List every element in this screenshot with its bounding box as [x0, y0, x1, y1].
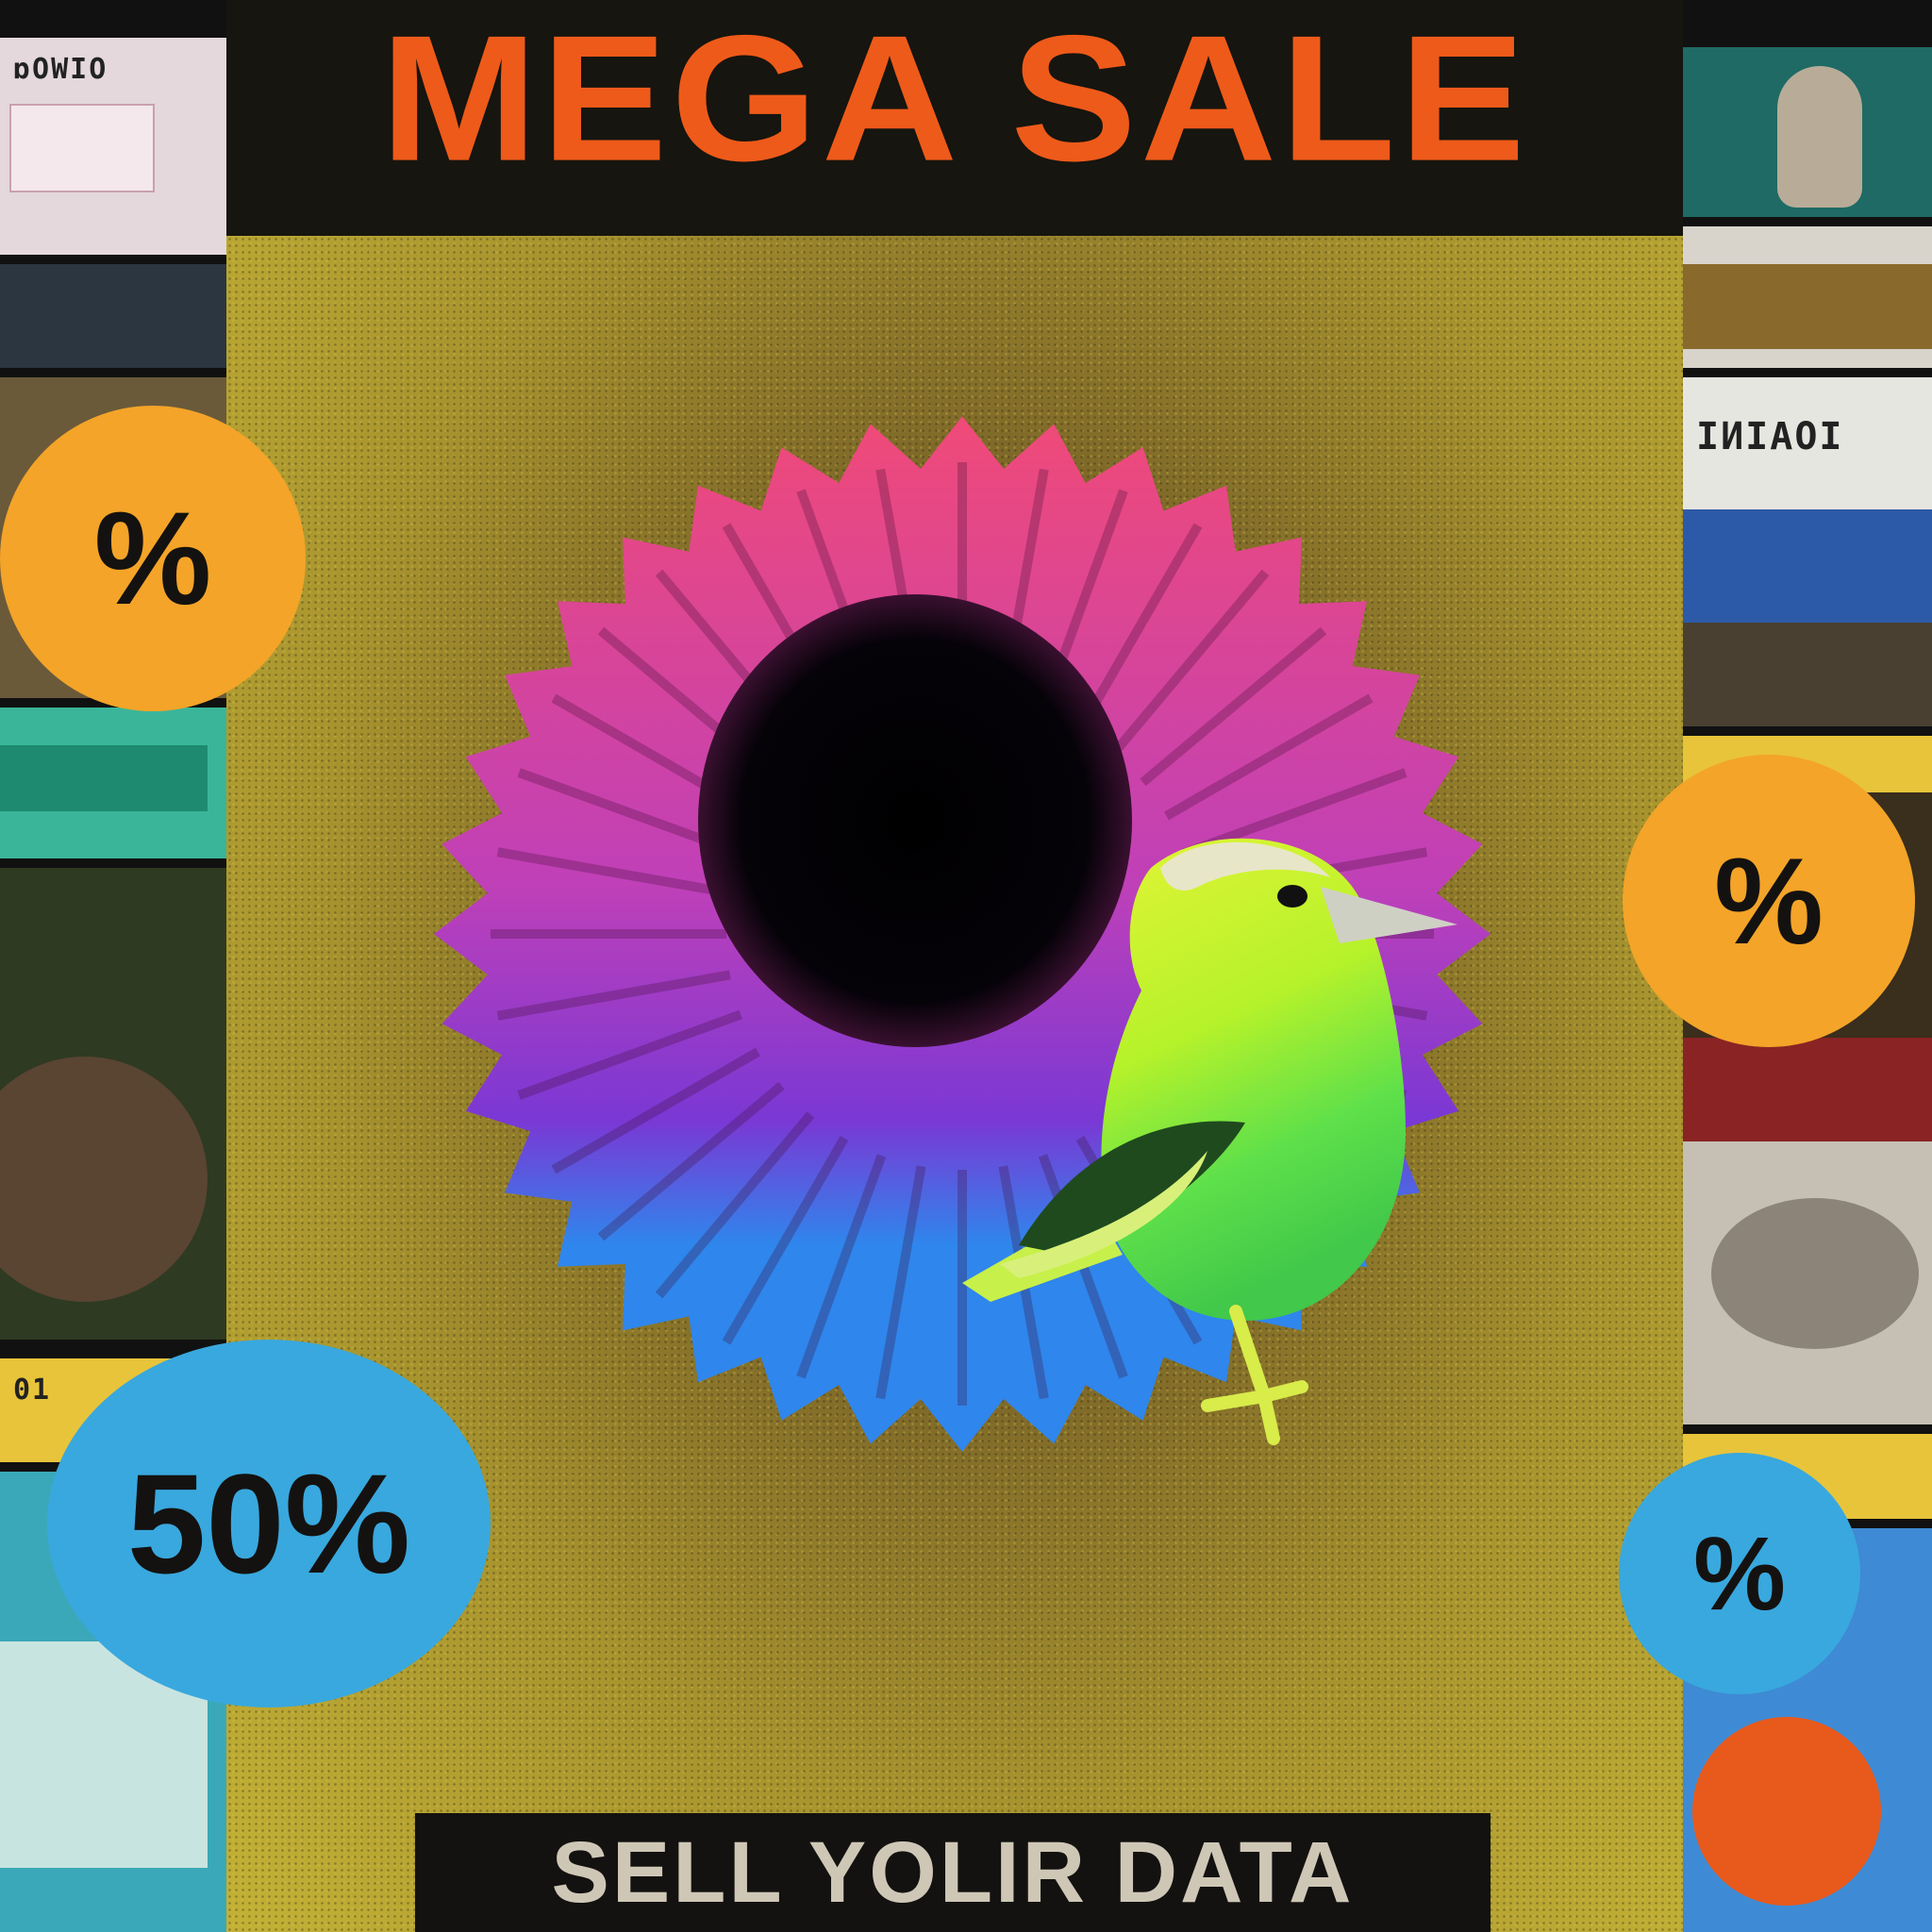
footer-bar: SELL YOLIR DATA — [415, 1813, 1491, 1932]
right-thumb-3: IИIAOI — [1683, 377, 1932, 509]
discount-badge-50: 50% — [47, 1340, 491, 1707]
left-thumb-4 — [0, 708, 226, 858]
left-thumb-2 — [0, 264, 226, 368]
right-thumb-1 — [1683, 47, 1932, 217]
right-thumb-2 — [1683, 226, 1932, 368]
headline-bar: MEGA SALE — [226, 0, 1683, 236]
bird-beak — [1321, 887, 1457, 943]
bird-eye — [1277, 885, 1307, 908]
percent-badge-left-orange: % — [0, 406, 306, 711]
left-thumb-1: ɒOWIO — [0, 38, 226, 255]
left-thumb-1-label: ɒOWIO — [13, 53, 108, 86]
sale-poster: MEGA SALE SELL YOLIR DATA — [226, 0, 1683, 1932]
right-thumb-7 — [1683, 1141, 1932, 1424]
bird-illustration — [962, 838, 1457, 1445]
percent-badge-right-orange: % — [1623, 755, 1915, 1047]
right-thumb-6 — [1683, 1038, 1932, 1141]
footer-text: SELL YOLIR DATA — [551, 1824, 1355, 1921]
left-thumb-6-label: 01 — [13, 1374, 52, 1407]
percent-badge-right-blue: % — [1619, 1453, 1860, 1694]
right-thumb-3-label: IИIAOI — [1696, 415, 1844, 458]
left-thumb-5 — [0, 868, 226, 1340]
right-thumb-4 — [1683, 509, 1932, 726]
bird-leg — [1201, 1305, 1308, 1445]
headline-text: MEGA SALE — [380, 0, 1529, 199]
